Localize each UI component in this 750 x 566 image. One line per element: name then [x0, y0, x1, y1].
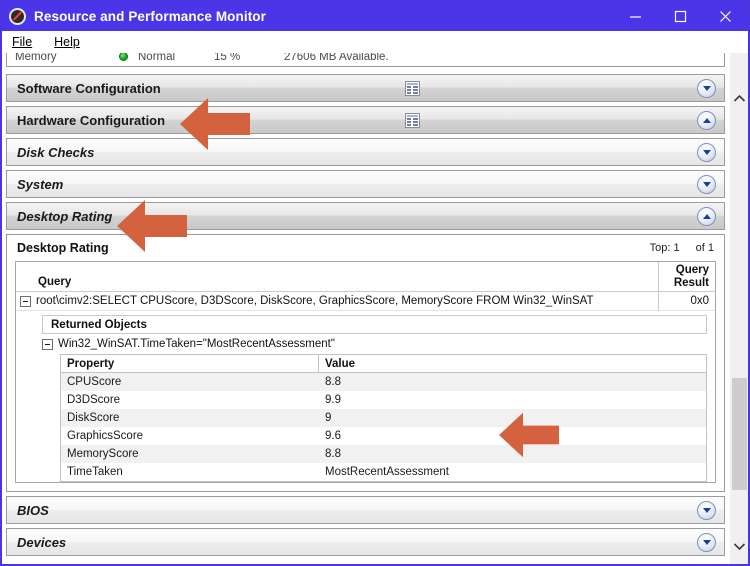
memory-row-name: Memory	[15, 53, 57, 63]
section-label-devices: Devices	[17, 534, 67, 550]
table-row[interactable]: MemoryScore 8.8	[61, 445, 706, 463]
desktop-rating-panel-header: Desktop Rating Top: 1 of 1	[7, 235, 724, 261]
property-value-table: Property Value CPUScore 8.8 D3DScore 9.9	[60, 354, 707, 482]
chevron-down-icon[interactable]	[730, 537, 748, 555]
menu-bar: File Help	[2, 31, 748, 53]
property-value: 9.6	[325, 430, 341, 442]
expand-collapse-button-hardware-configuration[interactable]	[697, 111, 716, 130]
scrollbar-thumb[interactable]	[732, 378, 747, 490]
prohibition-circle-icon	[9, 8, 26, 25]
column-header-property: Property	[61, 354, 319, 373]
memory-row-percent: 15 %	[214, 53, 241, 63]
section-label-system: System	[17, 176, 64, 192]
column-header-value: Value	[325, 357, 356, 370]
property-name: CPUScore	[67, 376, 122, 388]
tree-collapse-icon-object[interactable]	[42, 338, 53, 350]
property-value: 8.8	[325, 448, 341, 460]
property-value: 9	[325, 412, 332, 424]
property-value: MostRecentAssessment	[325, 466, 449, 478]
table-row[interactable]: GraphicsScore 9.6	[61, 427, 706, 445]
maximize-button[interactable]	[658, 2, 703, 31]
menu-file-label: File	[12, 35, 33, 49]
property-name: TimeTaken	[67, 466, 123, 478]
property-name: DiskScore	[67, 412, 120, 424]
property-name: MemoryScore	[67, 448, 139, 460]
property-name: D3DScore	[67, 394, 121, 406]
returned-object-row: Win32_WinSAT.TimeTaken="MostRecentAssess…	[42, 334, 707, 354]
returned-objects-header: Returned Objects	[42, 315, 707, 334]
property-value-header: Property Value	[61, 354, 706, 373]
query-table-header: Query Query Result	[16, 262, 715, 292]
minimize-button[interactable]	[613, 2, 658, 31]
property-name: GraphicsScore	[67, 430, 144, 442]
query-table: Query Query Result root\cimv2:SELECT CPU…	[15, 261, 716, 483]
menu-help-label: Help	[54, 35, 80, 49]
table-row[interactable]: TimeTaken MostRecentAssessment	[61, 463, 706, 481]
section-label-bios: BIOS	[17, 502, 49, 518]
expand-collapse-button-software-configuration[interactable]	[697, 79, 716, 98]
expand-collapse-button-desktop-rating[interactable]	[697, 207, 716, 226]
window-title: Resource and Performance Monitor	[34, 9, 267, 24]
table-grid-icon	[405, 81, 420, 96]
expand-collapse-button-bios[interactable]	[697, 501, 716, 520]
table-grid-icon	[405, 113, 420, 128]
app-window: Resource and Performance Monitor File He…	[0, 0, 750, 566]
section-header-disk-checks[interactable]: Disk Checks	[6, 138, 725, 166]
section-header-bios[interactable]: BIOS	[6, 496, 725, 524]
expand-collapse-button-disk-checks[interactable]	[697, 143, 716, 162]
menu-help[interactable]: Help	[52, 34, 82, 50]
menu-file[interactable]: File	[10, 34, 34, 50]
window-controls	[613, 2, 748, 31]
expand-collapse-button-system[interactable]	[697, 175, 716, 194]
memory-status-row: Memory Normal 15 % 27606 MB Available.	[6, 53, 725, 67]
property-value: 9.9	[325, 394, 341, 406]
table-row[interactable]: D3DScore 9.9	[61, 391, 706, 409]
section-header-devices[interactable]: Devices	[6, 528, 725, 556]
query-row: root\cimv2:SELECT CPUScore, D3DScore, Di…	[16, 291, 715, 311]
title-bar: Resource and Performance Monitor	[2, 2, 748, 31]
column-header-query-result: Query Result	[673, 264, 709, 289]
content-body: Memory Normal 15 % 27606 MB Available. S…	[2, 53, 748, 564]
status-ok-icon	[119, 53, 128, 61]
section-label-hardware-configuration: Hardware Configuration	[17, 112, 166, 128]
desktop-rating-panel: Desktop Rating Top: 1 of 1 Query Query R…	[6, 234, 725, 492]
close-button[interactable]	[703, 2, 748, 31]
column-header-query: Query	[16, 262, 659, 291]
desktop-rating-panel-title: Desktop Rating	[17, 241, 109, 255]
paging-info: Top: 1 of 1	[650, 242, 714, 254]
memory-row-detail: 27606 MB Available.	[284, 53, 389, 63]
chevron-up-icon[interactable]	[730, 89, 748, 107]
scrollable-content: Memory Normal 15 % 27606 MB Available. S…	[2, 53, 729, 564]
memory-row-status: Normal	[138, 53, 176, 63]
returned-objects-wrapper: Returned Objects Win32_WinSAT.TimeTaken=…	[16, 311, 715, 482]
vertical-scrollbar[interactable]	[729, 53, 748, 564]
query-text: root\cimv2:SELECT CPUScore, D3DScore, Di…	[36, 295, 594, 307]
section-header-desktop-rating[interactable]: Desktop Rating	[6, 202, 725, 230]
expand-collapse-button-devices[interactable]	[697, 533, 716, 552]
returned-object-label: Win32_WinSAT.TimeTaken="MostRecentAssess…	[58, 338, 335, 350]
of-label: of 1	[695, 242, 714, 254]
section-header-software-configuration[interactable]: Software Configuration	[6, 74, 725, 102]
tree-collapse-icon-query[interactable]	[20, 295, 31, 307]
query-result-value: 0x0	[690, 295, 709, 307]
section-label-disk-checks: Disk Checks	[17, 144, 95, 160]
property-value: 8.8	[325, 376, 341, 388]
section-header-system[interactable]: System	[6, 170, 725, 198]
section-header-hardware-configuration[interactable]: Hardware Configuration	[6, 106, 725, 134]
table-row[interactable]: DiskScore 9	[61, 409, 706, 427]
table-row[interactable]: CPUScore 8.8	[61, 373, 706, 391]
top-label: Top: 1	[649, 242, 680, 254]
section-label-software-configuration: Software Configuration	[17, 80, 161, 96]
section-label-desktop-rating: Desktop Rating	[17, 208, 113, 224]
